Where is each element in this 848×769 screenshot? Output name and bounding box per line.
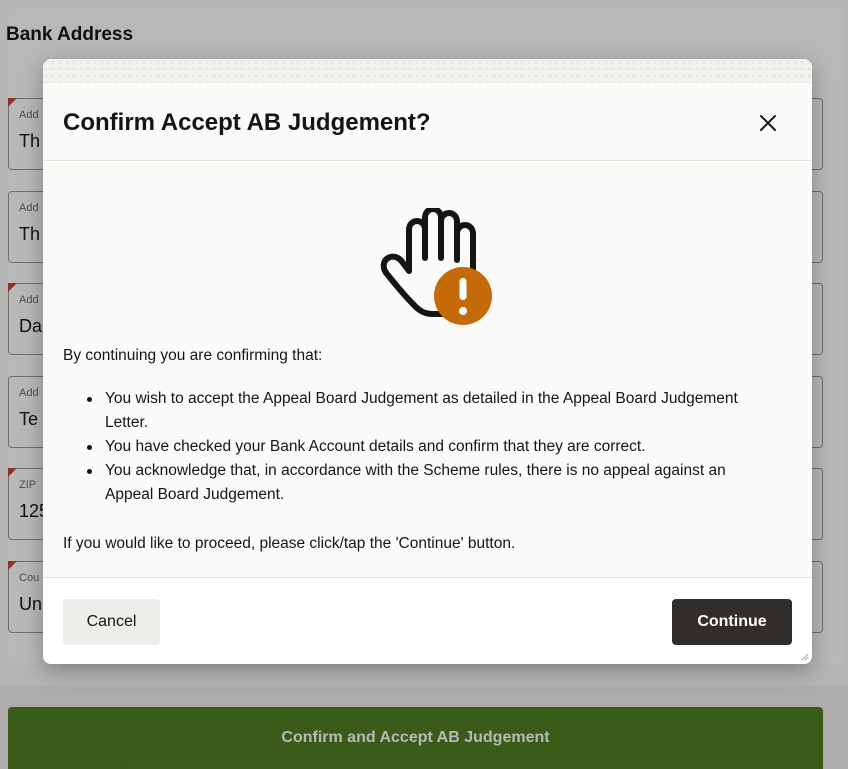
dialog-proceed-text: If you would like to proceed, please cli… (63, 535, 516, 552)
close-button[interactable] (754, 109, 782, 137)
list-item: You have checked your Bank Account detai… (83, 435, 773, 459)
dialog-body: By continuing you are confirming that: Y… (43, 162, 812, 577)
continue-button[interactable]: Continue (672, 599, 792, 645)
list-item-text: You wish to accept the Appeal Board Judg… (105, 390, 738, 431)
confirmation-list: You wish to accept the Appeal Board Judg… (83, 387, 773, 507)
bullet-icon (87, 445, 92, 450)
list-item-text: You acknowledge that, in accordance with… (105, 462, 726, 503)
dialog-header: Confirm Accept AB Judgement? (43, 83, 812, 161)
bullet-icon (87, 469, 92, 474)
dialog-footer: Cancel Continue (43, 577, 812, 664)
list-item: You wish to accept the Appeal Board Judg… (83, 387, 773, 435)
raised-hand-warning-icon (380, 208, 492, 325)
resize-grip-icon[interactable] (799, 651, 809, 661)
list-item: You acknowledge that, in accordance with… (83, 459, 773, 507)
list-item-text: You have checked your Bank Account detai… (105, 438, 646, 455)
dialog-intro-text: By continuing you are confirming that: (63, 347, 323, 364)
dialog-title: Confirm Accept AB Judgement? (63, 109, 431, 136)
close-icon (760, 115, 776, 131)
cancel-button[interactable]: Cancel (63, 599, 160, 645)
dialog-texture-strip (43, 59, 812, 83)
bullet-icon (87, 397, 92, 402)
confirm-dialog: Confirm Accept AB Judgement? By continui… (43, 59, 812, 664)
